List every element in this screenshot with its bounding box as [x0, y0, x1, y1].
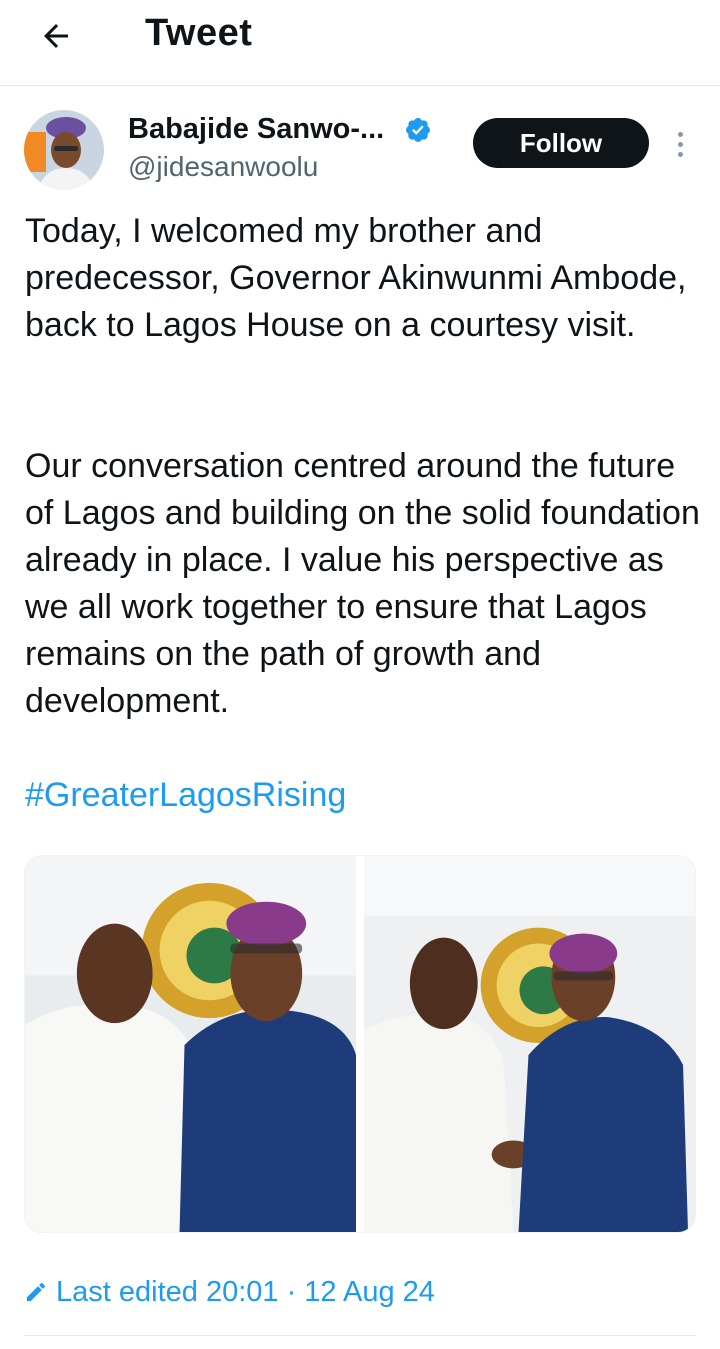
follow-button[interactable]: Follow: [473, 118, 649, 168]
more-options-icon[interactable]: [666, 124, 694, 164]
pencil-icon: [27, 1282, 46, 1301]
divider: [24, 1335, 696, 1336]
last-edited-text: Last edited 20:01 · 12 Aug 24: [56, 1275, 435, 1308]
hashtag-link[interactable]: #GreaterLagosRising: [25, 772, 346, 819]
arrow-left-icon: [44, 24, 68, 48]
tweet-photo[interactable]: [364, 856, 695, 1232]
avatar[interactable]: [24, 110, 104, 190]
last-edited-link[interactable]: Last edited 20:01 · 12 Aug 24: [24, 1272, 435, 1312]
tweet-photo[interactable]: [25, 856, 356, 1232]
verified-badge-icon: [406, 118, 430, 142]
author-handle[interactable]: @jidesanwoolu: [128, 151, 318, 183]
author-name[interactable]: Babajide Sanwo-...: [128, 113, 384, 146]
media-grid: [24, 855, 696, 1233]
back-button[interactable]: [28, 8, 84, 64]
page-title: Tweet: [145, 12, 253, 54]
tweet-paragraph: Today, I welcomed my brother and predece…: [25, 212, 687, 344]
tweet-paragraph: Our conversation centred around the futu…: [25, 447, 700, 720]
tweet-detail-screen: Tweet Babajide Sanwo-... @jidesanwoolu F…: [0, 0, 720, 1349]
top-bar: Tweet: [0, 0, 720, 86]
